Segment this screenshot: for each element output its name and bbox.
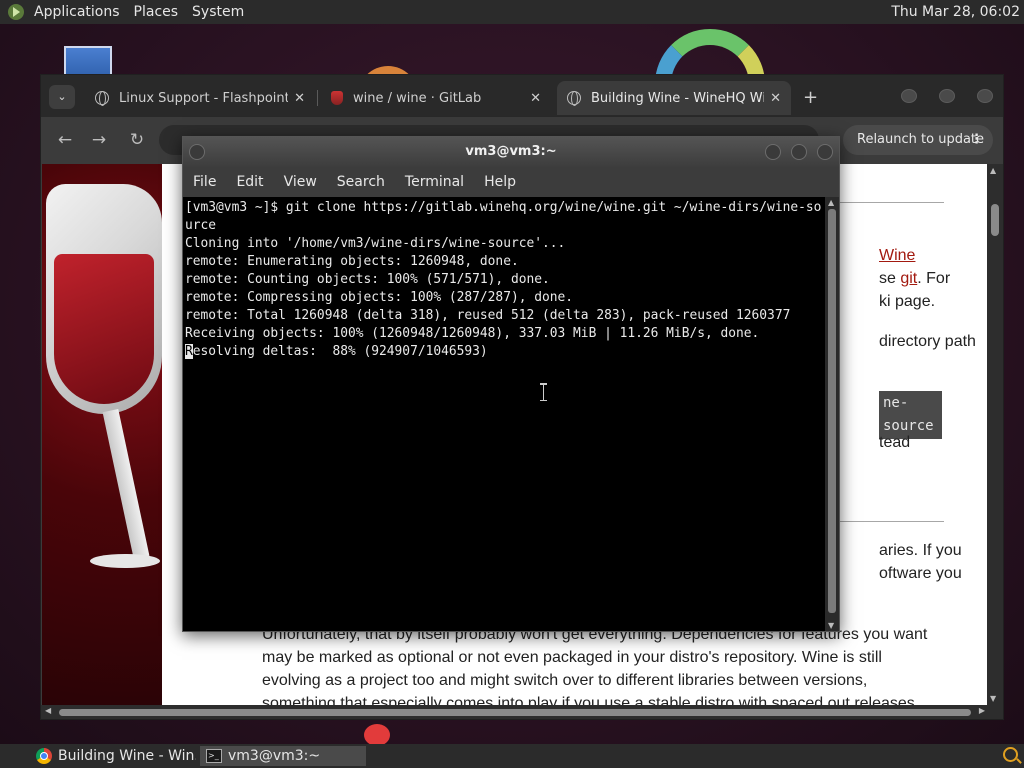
wine-glass-foot bbox=[90, 554, 160, 568]
menu-terminal[interactable]: Terminal bbox=[405, 174, 464, 190]
bottom-panel: Building Wine - Win... >_ vm3@vm3:~ bbox=[0, 744, 1024, 768]
back-arrow-icon[interactable]: ← bbox=[53, 128, 77, 152]
minimize-icon[interactable] bbox=[765, 144, 781, 160]
scroll-thumb[interactable] bbox=[59, 709, 971, 716]
tab-label: wine / wine · GitLab bbox=[353, 90, 482, 106]
gitlab-icon bbox=[331, 91, 343, 105]
text-span: . For bbox=[917, 270, 951, 287]
scroll-up-icon[interactable]: ▲ bbox=[828, 198, 834, 207]
menu-file[interactable]: File bbox=[193, 174, 216, 190]
scroll-down-icon[interactable]: ▼ bbox=[828, 621, 834, 630]
terminal-line: Cloning into '/home/vm3/wine-dirs/wine-s… bbox=[185, 236, 566, 251]
terminal-line: remote: Total 1260948 (delta 318), reuse… bbox=[185, 308, 791, 323]
terminal-titlebar[interactable]: vm3@vm3:~ bbox=[183, 137, 839, 167]
close-icon[interactable] bbox=[817, 144, 833, 160]
terminal-title: vm3@vm3:~ bbox=[465, 144, 557, 159]
close-icon[interactable]: ✕ bbox=[530, 91, 541, 106]
terminal-line: Receiving objects: 100% (1260948/1260948… bbox=[185, 326, 760, 341]
page-vertical-scrollbar[interactable]: ▲ ▼ bbox=[987, 164, 1003, 705]
minimize-icon[interactable] bbox=[901, 89, 917, 103]
chevron-down-icon: ⌄ bbox=[57, 90, 67, 103]
terminal-line: remote: Compressing objects: 100% (287/2… bbox=[185, 290, 574, 305]
libraries-text-fragment: aries. If you bbox=[879, 542, 962, 559]
close-icon[interactable]: ✕ bbox=[770, 91, 781, 106]
terminal-line: Resolving deltas: 88% (924907/1046593) bbox=[185, 343, 823, 361]
maximize-icon[interactable] bbox=[939, 89, 955, 103]
instead-text-fragment: tead bbox=[879, 434, 911, 451]
tab-strip: ⌄ Linux Support - Flashpoint Da ✕ wine /… bbox=[41, 75, 1003, 117]
menu-system[interactable]: System bbox=[192, 4, 244, 20]
terminal-line-rest: esolving deltas: 88% (924907/1046593) bbox=[192, 344, 488, 359]
scroll-left-icon[interactable]: ◀ bbox=[45, 706, 51, 715]
page-horizontal-scrollbar[interactable]: ◀ ▶ bbox=[41, 705, 1003, 719]
terminal-icon: >_ bbox=[206, 749, 222, 763]
search-icon[interactable] bbox=[1003, 747, 1018, 762]
wine-glass-liquid bbox=[54, 254, 154, 404]
directory-text-fragment: directory path bbox=[879, 333, 976, 350]
relaunch-label: Relaunch to update bbox=[857, 132, 985, 147]
clock[interactable]: Thu Mar 28, 06:02 bbox=[891, 4, 1020, 20]
tab-search-button[interactable]: ⌄ bbox=[49, 85, 75, 109]
text-span: se bbox=[879, 270, 901, 287]
more-options-icon[interactable]: ⋮ bbox=[970, 125, 983, 155]
distro-logo-icon[interactable] bbox=[8, 4, 24, 20]
scroll-thumb[interactable] bbox=[828, 209, 836, 613]
wine-link[interactable]: Wine bbox=[879, 244, 915, 267]
wiki-text-fragment: ki page. bbox=[879, 293, 936, 310]
terminal-output[interactable]: [vm3@vm3 ~]$ git clone https://gitlab.wi… bbox=[183, 197, 825, 631]
menu-edit[interactable]: Edit bbox=[236, 174, 263, 190]
scroll-thumb[interactable] bbox=[991, 204, 999, 236]
menu-help[interactable]: Help bbox=[484, 174, 516, 190]
terminal-line: remote: Counting objects: 100% (571/571)… bbox=[185, 272, 550, 287]
tab-building-wine[interactable]: Building Wine - WineHQ Wiki ✕ bbox=[557, 81, 791, 115]
git-text-fragment: se git. For bbox=[879, 267, 950, 290]
terminal-line: [vm3@vm3 ~]$ git clone https://gitlab.wi… bbox=[185, 200, 822, 233]
chrome-icon bbox=[36, 748, 52, 764]
terminal-window: vm3@vm3:~ File Edit View Search Terminal… bbox=[182, 136, 840, 632]
close-window-icon[interactable] bbox=[977, 89, 993, 103]
globe-icon bbox=[95, 91, 109, 106]
new-tab-plus-icon[interactable]: + bbox=[803, 87, 818, 108]
taskbar-item-terminal[interactable]: >_ vm3@vm3:~ bbox=[200, 746, 366, 766]
tab-linux-support[interactable]: Linux Support - Flashpoint Da ✕ bbox=[85, 81, 315, 115]
menu-view[interactable]: View bbox=[284, 174, 317, 190]
terminal-scrollbar[interactable]: ▲ ▼ bbox=[825, 197, 839, 631]
task-label: vm3@vm3:~ bbox=[228, 748, 321, 764]
terminal-line: remote: Enumerating objects: 1260948, do… bbox=[185, 254, 519, 269]
window-menu-icon[interactable] bbox=[189, 144, 205, 160]
scroll-right-icon[interactable]: ▶ bbox=[979, 706, 985, 715]
paragraph: Unfortunately, that by itself probably w… bbox=[262, 626, 928, 705]
forward-arrow-icon[interactable]: → bbox=[87, 128, 111, 152]
reload-icon[interactable]: ↻ bbox=[125, 128, 149, 152]
tab-label: Linux Support - Flashpoint Da bbox=[119, 90, 289, 106]
scroll-down-icon[interactable]: ▼ bbox=[990, 694, 996, 703]
wine-banner bbox=[42, 164, 162, 705]
top-panel: Applications Places System Thu Mar 28, 0… bbox=[0, 0, 1024, 24]
tab-label: Building Wine - WineHQ Wiki bbox=[591, 90, 765, 106]
mouse-ibeam-cursor-icon bbox=[540, 383, 547, 401]
git-link[interactable]: git bbox=[900, 270, 917, 287]
scroll-up-icon[interactable]: ▲ bbox=[990, 166, 996, 175]
software-text-fragment: oftware you bbox=[879, 565, 962, 582]
menu-applications[interactable]: Applications bbox=[34, 4, 120, 20]
terminal-menubar: File Edit View Search Terminal Help bbox=[183, 167, 839, 197]
relaunch-to-update-button[interactable]: Relaunch to update ⋮ bbox=[843, 125, 993, 155]
taskbar-item-browser[interactable]: Building Wine - Win... bbox=[30, 746, 196, 766]
globe-icon bbox=[567, 91, 581, 106]
wine-glass-stem bbox=[102, 408, 150, 560]
close-icon[interactable]: ✕ bbox=[294, 91, 305, 106]
task-label: Building Wine - Win... bbox=[58, 748, 196, 764]
menu-places[interactable]: Places bbox=[134, 4, 179, 20]
tab-gitlab[interactable]: wine / wine · GitLab ✕ bbox=[321, 81, 551, 115]
menu-search[interactable]: Search bbox=[337, 174, 385, 190]
desktop-wallpaper-dot bbox=[364, 724, 390, 746]
text-cursor: R bbox=[185, 344, 193, 359]
tab-separator bbox=[317, 90, 318, 106]
maximize-icon[interactable] bbox=[791, 144, 807, 160]
